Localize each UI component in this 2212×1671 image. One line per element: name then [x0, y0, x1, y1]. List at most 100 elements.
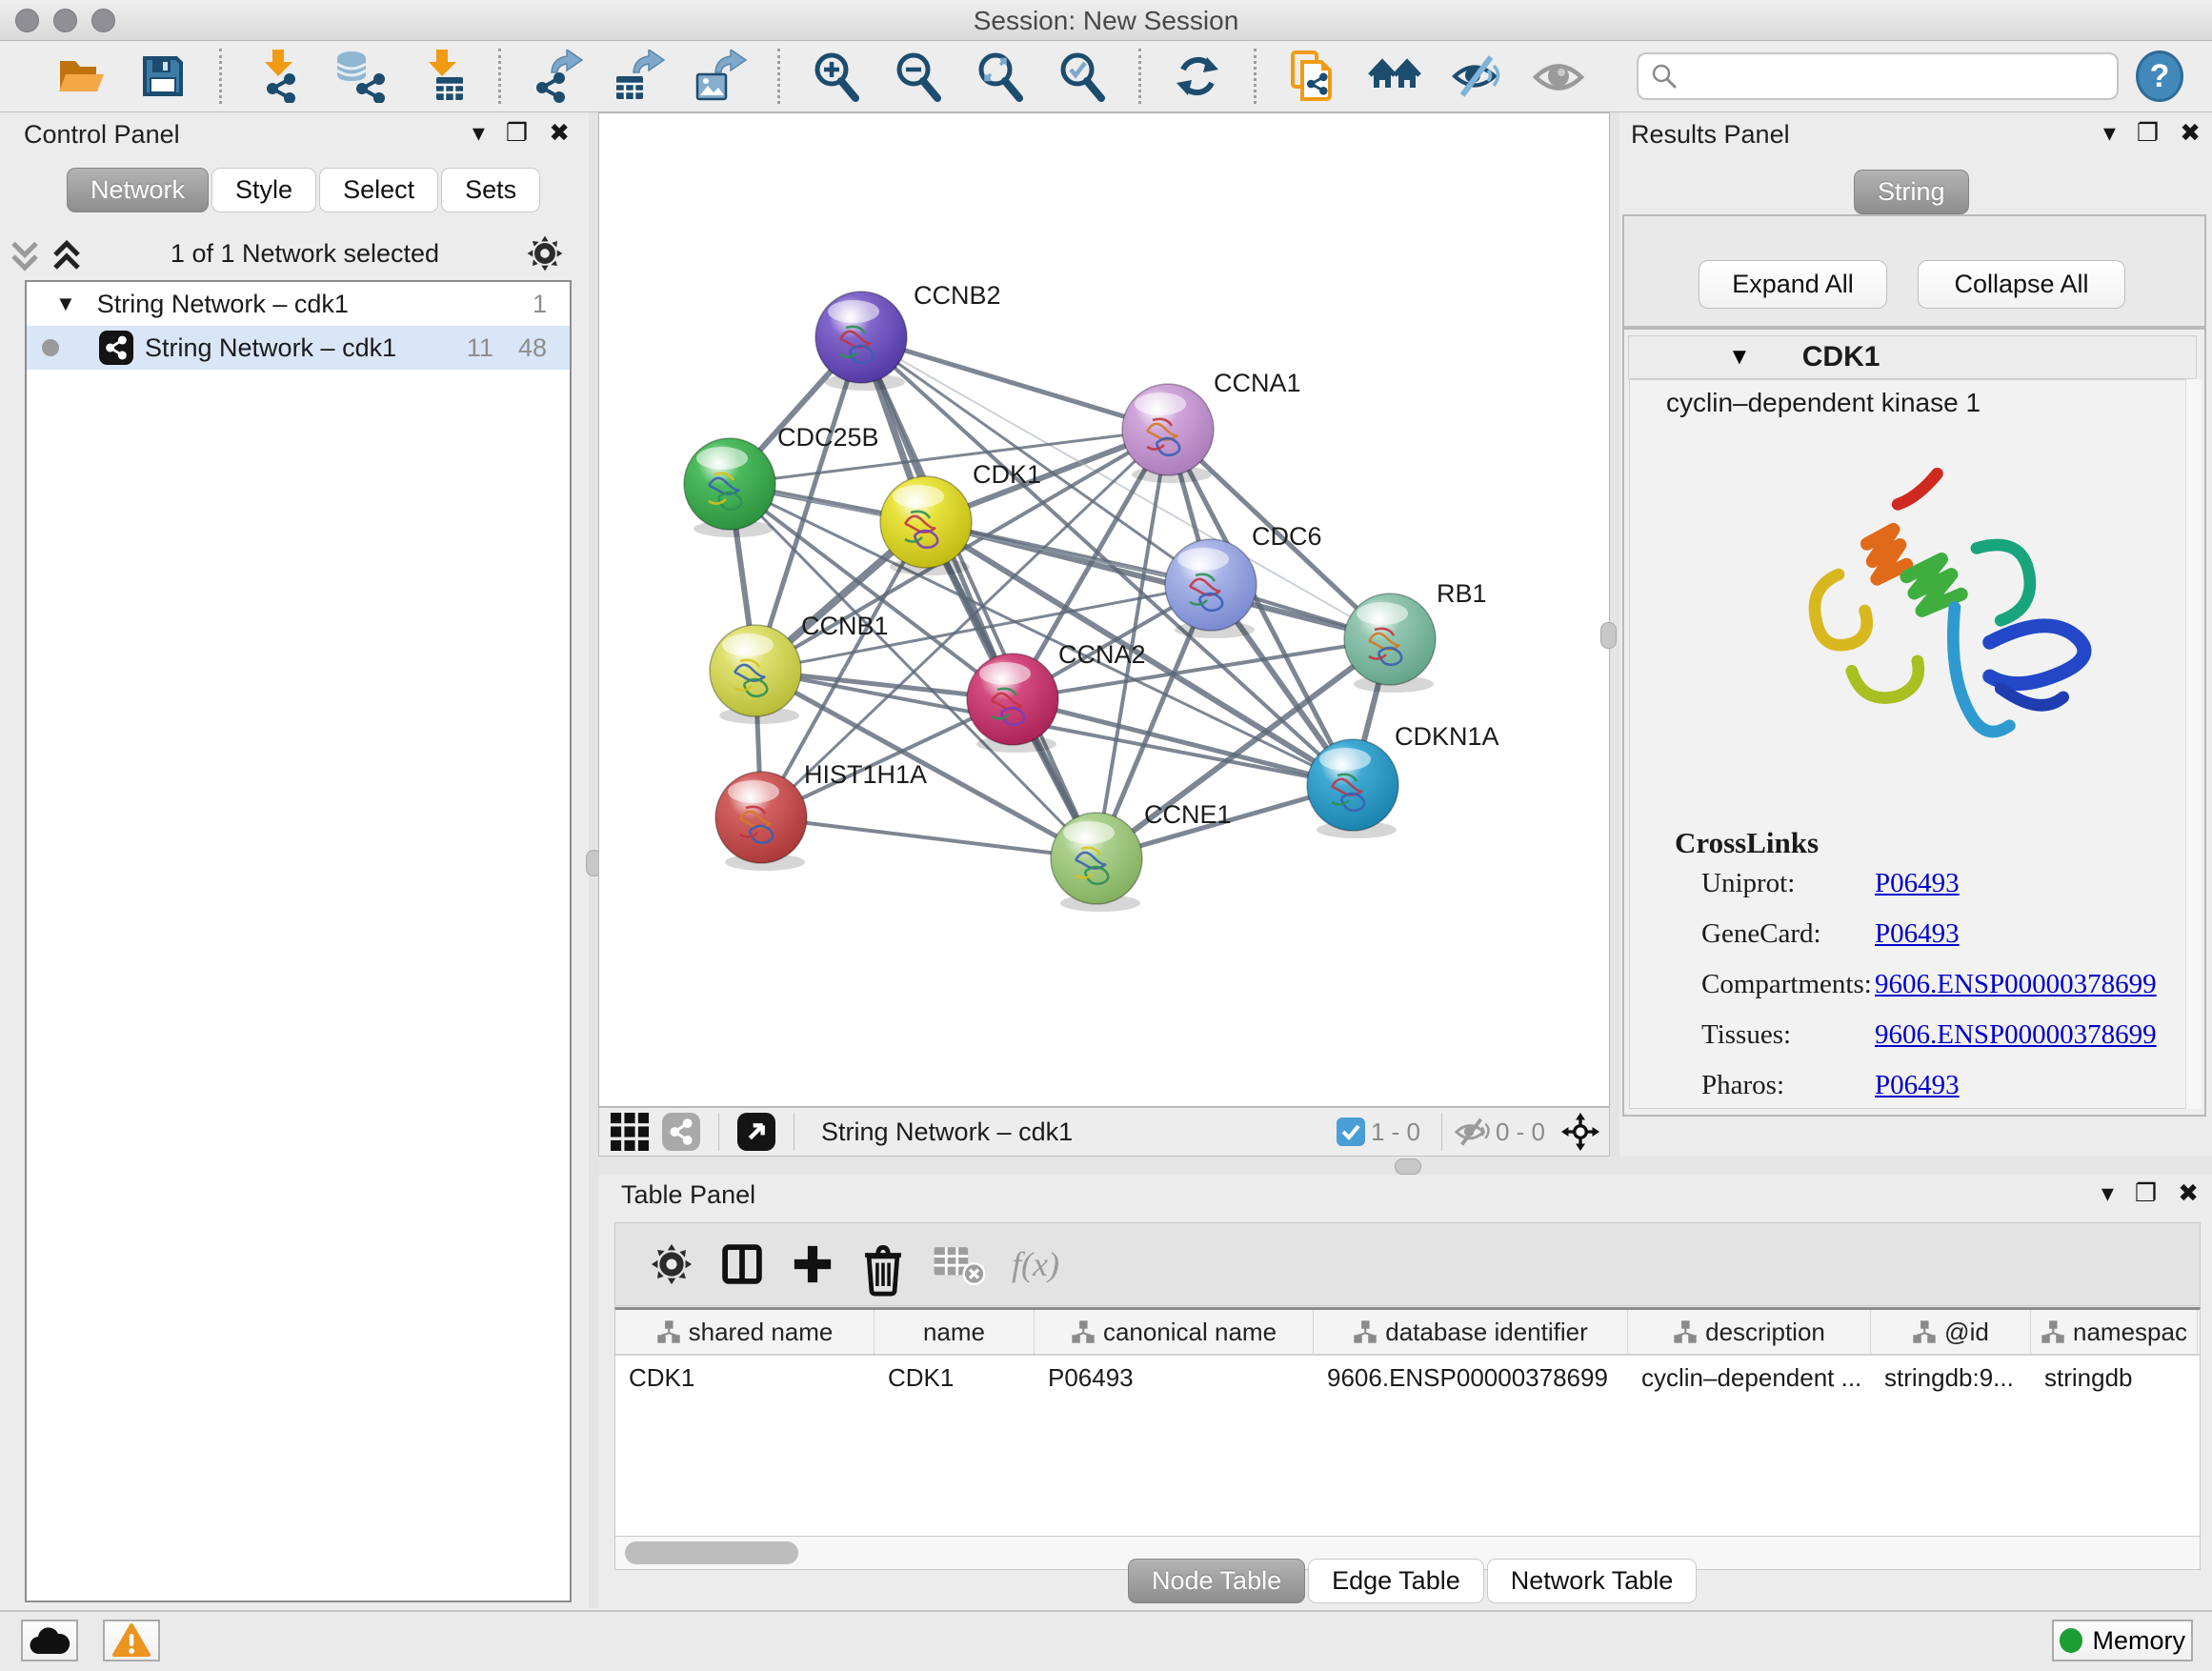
search-input[interactable]: [1686, 57, 2117, 95]
table-cell[interactable]: CDK1: [875, 1356, 1035, 1399]
expand-all-networks-icon[interactable]: [50, 236, 84, 271]
table-cell[interactable]: stringdb:9...: [1871, 1356, 2031, 1399]
protein-section-header[interactable]: ▼ CDK1: [1628, 335, 2197, 379]
column-type-icon: [2041, 1319, 2065, 1344]
string-view-icon[interactable]: [662, 1113, 700, 1151]
memory-button[interactable]: Memory: [2052, 1620, 2193, 1661]
create-column-plus-icon[interactable]: [791, 1242, 835, 1286]
save-session-button[interactable]: [134, 48, 191, 105]
tab-edge-table[interactable]: Edge Table: [1308, 1559, 1484, 1603]
show-all-button[interactable]: [1530, 48, 1587, 105]
crosslink-link[interactable]: 9606.ENSP00000378699: [1875, 1019, 2157, 1050]
crosslink-link[interactable]: P06493: [1875, 918, 1960, 949]
zoom-out-button[interactable]: [890, 48, 947, 105]
control-panel-float-button[interactable]: ❐: [506, 120, 528, 145]
collapse-all-button[interactable]: Collapse All: [1918, 260, 2125, 309]
selected-checkbox-icon[interactable]: [1337, 1117, 1365, 1146]
tab-sets[interactable]: Sets: [441, 168, 540, 212]
import-network-database-button[interactable]: [332, 48, 389, 105]
hide-selected-button[interactable]: [1448, 48, 1505, 105]
tab-network[interactable]: Network: [67, 168, 209, 212]
tab-string[interactable]: String: [1854, 170, 1969, 214]
zoom-in-button[interactable]: [808, 48, 865, 105]
show-columns-icon[interactable]: [720, 1242, 764, 1286]
protein-expander-icon[interactable]: ▼: [1722, 343, 1757, 372]
export-table-button[interactable]: [611, 48, 668, 105]
node-CCNA2[interactable]: [967, 654, 1058, 753]
table-cell[interactable]: stringdb: [2031, 1356, 2198, 1399]
help-button[interactable]: ?: [2136, 50, 2183, 102]
tree-expander-icon[interactable]: ▼: [55, 292, 76, 316]
crosslink-link[interactable]: P06493: [1875, 868, 1960, 898]
network-row[interactable]: String Network – cdk1 11 48: [27, 326, 570, 370]
table-cell[interactable]: CDK1: [615, 1356, 875, 1399]
column-header-canonical-name[interactable]: canonical name: [1035, 1310, 1314, 1354]
node-CCNB1[interactable]: [710, 625, 801, 724]
table-options-gear-icon[interactable]: [650, 1242, 694, 1286]
node-HIST1H1A[interactable]: [715, 772, 807, 871]
tab-select[interactable]: Select: [319, 168, 438, 212]
collapse-all-networks-icon[interactable]: [8, 236, 42, 271]
control-panel-collapse-button[interactable]: ▾: [473, 120, 485, 145]
table-cell[interactable]: 9606.ENSP00000378699: [1314, 1356, 1628, 1399]
node-CCNA1[interactable]: [1122, 384, 1214, 483]
node-CDC6[interactable]: [1165, 539, 1257, 638]
node-CCNE1[interactable]: [1051, 813, 1142, 912]
edge-CCNB2-CCNA1[interactable]: [861, 337, 1168, 430]
crosslink-link[interactable]: 9606.ENSP00000378699: [1875, 969, 2157, 999]
open-in-window-icon[interactable]: [737, 1113, 775, 1151]
tab-node-table[interactable]: Node Table: [1128, 1559, 1305, 1603]
results-panel-float-button[interactable]: ❐: [2137, 120, 2159, 145]
first-neighbors-button[interactable]: [1366, 48, 1423, 105]
delete-column-trash-icon[interactable]: [861, 1242, 905, 1286]
column-header-shared-name[interactable]: shared name: [615, 1310, 875, 1354]
apply-layout-button[interactable]: [1169, 48, 1226, 105]
results-panel-close-button[interactable]: ✖: [2180, 120, 2201, 145]
node-RB1[interactable]: [1344, 594, 1436, 693]
column-header-description[interactable]: description: [1628, 1310, 1871, 1354]
splitter-handle[interactable]: [1600, 622, 1617, 649]
table-panel-float-button[interactable]: ❐: [2135, 1180, 2157, 1205]
column-header-namespac[interactable]: namespac: [2031, 1310, 2198, 1354]
column-header-database-identifier[interactable]: database identifier: [1314, 1310, 1628, 1354]
network-collection-row[interactable]: ▼ String Network – cdk1 1: [27, 282, 570, 326]
results-scrollbar[interactable]: [2185, 379, 2202, 1109]
table-panel-close-button[interactable]: ✖: [2178, 1180, 2199, 1205]
import-table-file-button[interactable]: [413, 48, 471, 105]
edge-CCNE1-HIST1H1A[interactable]: [761, 817, 1096, 858]
network-canvas[interactable]: CCNB2CCNA1CDC25BCDK1CDC6RB1CCNB1CCNA2CDK…: [598, 112, 1610, 1107]
tab-style[interactable]: Style: [211, 168, 316, 212]
network-options-gear-icon[interactable]: [526, 234, 564, 272]
warnings-button[interactable]: [103, 1620, 160, 1661]
column-header--id[interactable]: @id: [1871, 1310, 2031, 1354]
import-network-file-button[interactable]: [250, 48, 307, 105]
table-panel-collapse-button[interactable]: ▾: [2101, 1180, 2114, 1205]
crosslink-link[interactable]: P06493: [1875, 1070, 1960, 1100]
results-panel-collapse-button[interactable]: ▾: [2103, 120, 2116, 145]
zoom-selected-button[interactable]: [1054, 48, 1111, 105]
node-CDK1[interactable]: [880, 476, 972, 575]
clone-network-button[interactable]: [1284, 48, 1341, 105]
tab-network-table[interactable]: Network Table: [1487, 1559, 1698, 1603]
scrollbar-thumb[interactable]: [625, 1541, 798, 1564]
export-network-button[interactable]: [529, 48, 586, 105]
node-CDC25B[interactable]: [684, 438, 775, 537]
table-row[interactable]: CDK1CDK1P064939606.ENSP00000378699cyclin…: [615, 1356, 2200, 1399]
cloud-status-button[interactable]: [21, 1620, 78, 1661]
zoom-fit-button[interactable]: [972, 48, 1029, 105]
hidden-eye-icon[interactable]: [1454, 1117, 1490, 1146]
table-cell[interactable]: P06493: [1035, 1356, 1314, 1399]
splitter-handle[interactable]: [1395, 1158, 1421, 1175]
node-CDKN1A[interactable]: [1307, 739, 1398, 838]
control-panel-close-button[interactable]: ✖: [549, 120, 570, 145]
delete-table-icon[interactable]: [932, 1242, 985, 1286]
fit-selected-crosshair-icon[interactable]: [1561, 1113, 1599, 1151]
function-builder-button[interactable]: f(x): [1006, 1243, 1065, 1285]
birds-eye-view-icon[interactable]: [611, 1113, 649, 1151]
expand-all-button[interactable]: Expand All: [1699, 260, 1887, 309]
export-image-button[interactable]: [693, 48, 750, 105]
column-header-name[interactable]: name: [875, 1310, 1035, 1354]
table-cell[interactable]: cyclin–dependent ...: [1628, 1356, 1871, 1399]
search-field[interactable]: [1637, 52, 2119, 100]
open-session-button[interactable]: [52, 48, 110, 105]
